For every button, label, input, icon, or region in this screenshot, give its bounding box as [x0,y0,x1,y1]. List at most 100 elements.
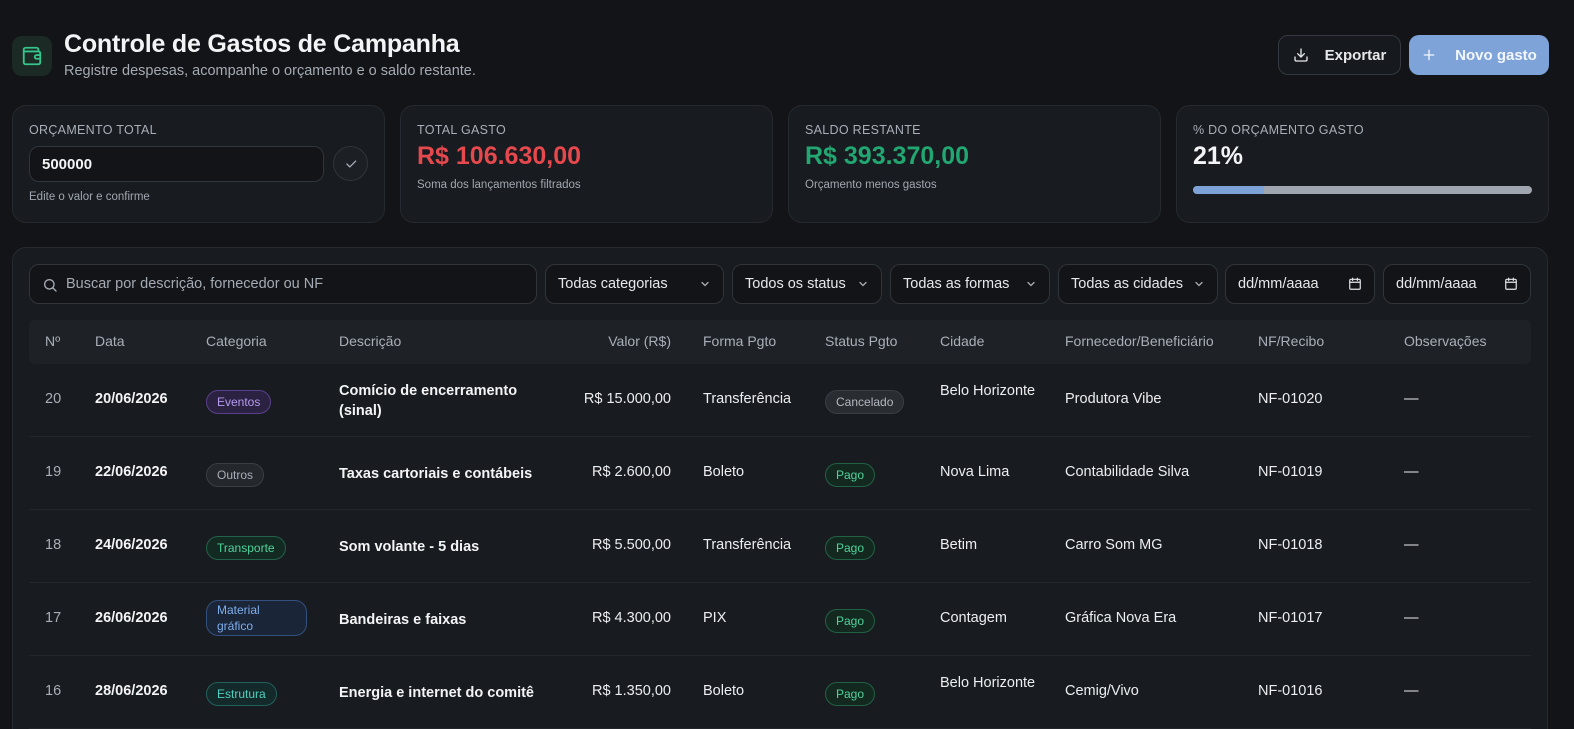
date-to-value: dd/mm/aaaa [1396,276,1477,292]
row-city: Betim [940,537,978,553]
row-supplier: Gráfica Nova Era [1065,610,1177,626]
balance-card: SALDO RESTANTE R$ 393.370,00 Orçamento m… [788,105,1161,223]
status-badge: Pago [825,463,876,487]
total-spent-value: R$ 106.630,00 [417,142,582,170]
chevron-down-icon [1195,281,1203,287]
balance-value: R$ 393.370,00 [805,142,970,170]
table-row[interactable]: 18 24/06/2026 Transporte Som volante - 5… [29,510,1531,583]
row-supplier: Carro Som MG [1065,537,1163,553]
calendar-icon [1505,277,1517,290]
plus-icon [1423,49,1435,61]
chevron-down-icon [859,281,867,287]
th-status[interactable]: Status Pgto [825,333,897,349]
payment-filter[interactable]: Todas as formas [890,264,1050,304]
balance-label: SALDO RESTANTE [805,123,921,137]
page-subtitle: Registre despesas, acompanhe o orçamento… [64,63,476,79]
row-city: Nova Lima [940,464,1010,480]
row-city: Contagem [940,610,1007,626]
wallet-icon [12,36,52,76]
category-badge: Eventos [206,390,272,414]
row-city: Belo Horizonte [940,383,1036,399]
calendar-icon [1349,277,1361,290]
percent-value: 21% [1193,142,1244,170]
row-date: 26/06/2026 [95,610,168,626]
row-date: 24/06/2026 [95,537,168,553]
row-notes: — [1404,610,1419,626]
export-button[interactable]: Exportar [1278,35,1401,75]
download-icon [1293,48,1308,62]
row-date: 28/06/2026 [95,683,168,699]
new-expense-label: Novo gasto [1455,46,1537,64]
row-notes: — [1404,464,1419,480]
th-nf[interactable]: NF/Recibo [1258,333,1324,349]
row-nf: NF-01019 [1258,464,1323,480]
row-notes: — [1404,391,1419,407]
row-num: 18 [45,537,62,553]
row-notes: — [1404,683,1419,699]
date-from-input[interactable]: dd/mm/aaaa [1225,264,1375,304]
row-num: 16 [45,683,62,699]
export-label: Exportar [1324,46,1387,64]
budget-input[interactable] [29,146,324,182]
date-to-input[interactable]: dd/mm/aaaa [1383,264,1531,304]
city-filter[interactable]: Todas as cidades [1058,264,1218,304]
status-filter[interactable]: Todos os status [732,264,882,304]
th-city[interactable]: Cidade [940,333,984,349]
category-badge: Transporte [206,536,286,560]
status-badge: Pago [825,682,876,706]
row-num: 20 [45,391,62,407]
chevron-down-icon [701,281,709,287]
budget-progress-fill [1193,186,1265,194]
th-category[interactable]: Categoria [206,333,267,349]
total-spent-label: TOTAL GASTO [417,123,506,137]
category-badge: Outros [206,463,265,487]
city-filter-value: Todas as cidades [1071,276,1184,292]
th-date[interactable]: Data [95,333,125,349]
page-header: Controle de Gastos de Campanha Registre … [12,30,1562,80]
status-badge: Pago [825,609,876,633]
row-value: R$ 5.500,00 [591,537,671,553]
row-value: R$ 2.600,00 [591,464,671,480]
th-payment[interactable]: Forma Pgto [703,333,776,349]
status-badge: Cancelado [825,390,905,414]
check-icon [345,159,356,168]
row-notes: — [1404,537,1419,553]
status-badge: Pago [825,536,876,560]
row-value: R$ 15.000,00 [583,391,671,407]
table-row[interactable]: 20 20/06/2026 Eventos Comício de encerra… [29,364,1531,437]
row-nf: NF-01018 [1258,537,1323,553]
th-supplier[interactable]: Fornecedor/Beneficiário [1065,333,1214,349]
category-filter[interactable]: Todas categorias [545,264,724,304]
search-icon [44,279,57,292]
th-value[interactable]: Valor (R$) [501,333,671,349]
row-supplier: Contabilidade Silva [1065,464,1190,480]
page-title: Controle de Gastos de Campanha [64,30,460,58]
th-num[interactable]: Nº [45,333,60,349]
new-expense-button[interactable]: Novo gasto [1409,35,1549,75]
budget-card: ORÇAMENTO TOTAL Edite o valor e confirme [12,105,385,223]
table-row[interactable]: 16 28/06/2026 Estrutura Energia e intern… [29,656,1531,729]
th-description[interactable]: Descrição [339,333,401,349]
date-from-value: dd/mm/aaaa [1238,276,1319,292]
budget-progress-bar [1193,186,1532,194]
row-date: 20/06/2026 [95,391,168,407]
payment-filter-value: Todas as formas [903,276,1010,292]
th-notes[interactable]: Observações [1404,333,1486,349]
row-value: R$ 4.300,00 [591,610,671,626]
balance-hint: Orçamento menos gastos [805,179,937,191]
row-payment: Boleto [703,464,745,480]
row-nf: NF-01020 [1258,391,1323,407]
budget-hint: Edite o valor e confirme [29,191,150,203]
status-filter-value: Todos os status [745,276,846,292]
table-row[interactable]: 17 26/06/2026 Material gráfico Bandeiras… [29,583,1531,656]
table-row[interactable]: 19 22/06/2026 Outros Taxas cartoriais e … [29,437,1531,510]
table-header: Nº Data Categoria Descrição Valor (R$) F… [29,320,1531,364]
search-box[interactable] [29,264,537,304]
expenses-panel: Todas categorias Todos os status Todas a… [12,247,1548,729]
row-num: 19 [45,464,62,480]
row-nf: NF-01017 [1258,610,1323,626]
search-input[interactable] [66,265,526,303]
confirm-budget-button[interactable] [333,146,368,181]
total-spent-card: TOTAL GASTO R$ 106.630,00 Soma dos lança… [400,105,773,223]
budget-label: ORÇAMENTO TOTAL [29,123,157,137]
